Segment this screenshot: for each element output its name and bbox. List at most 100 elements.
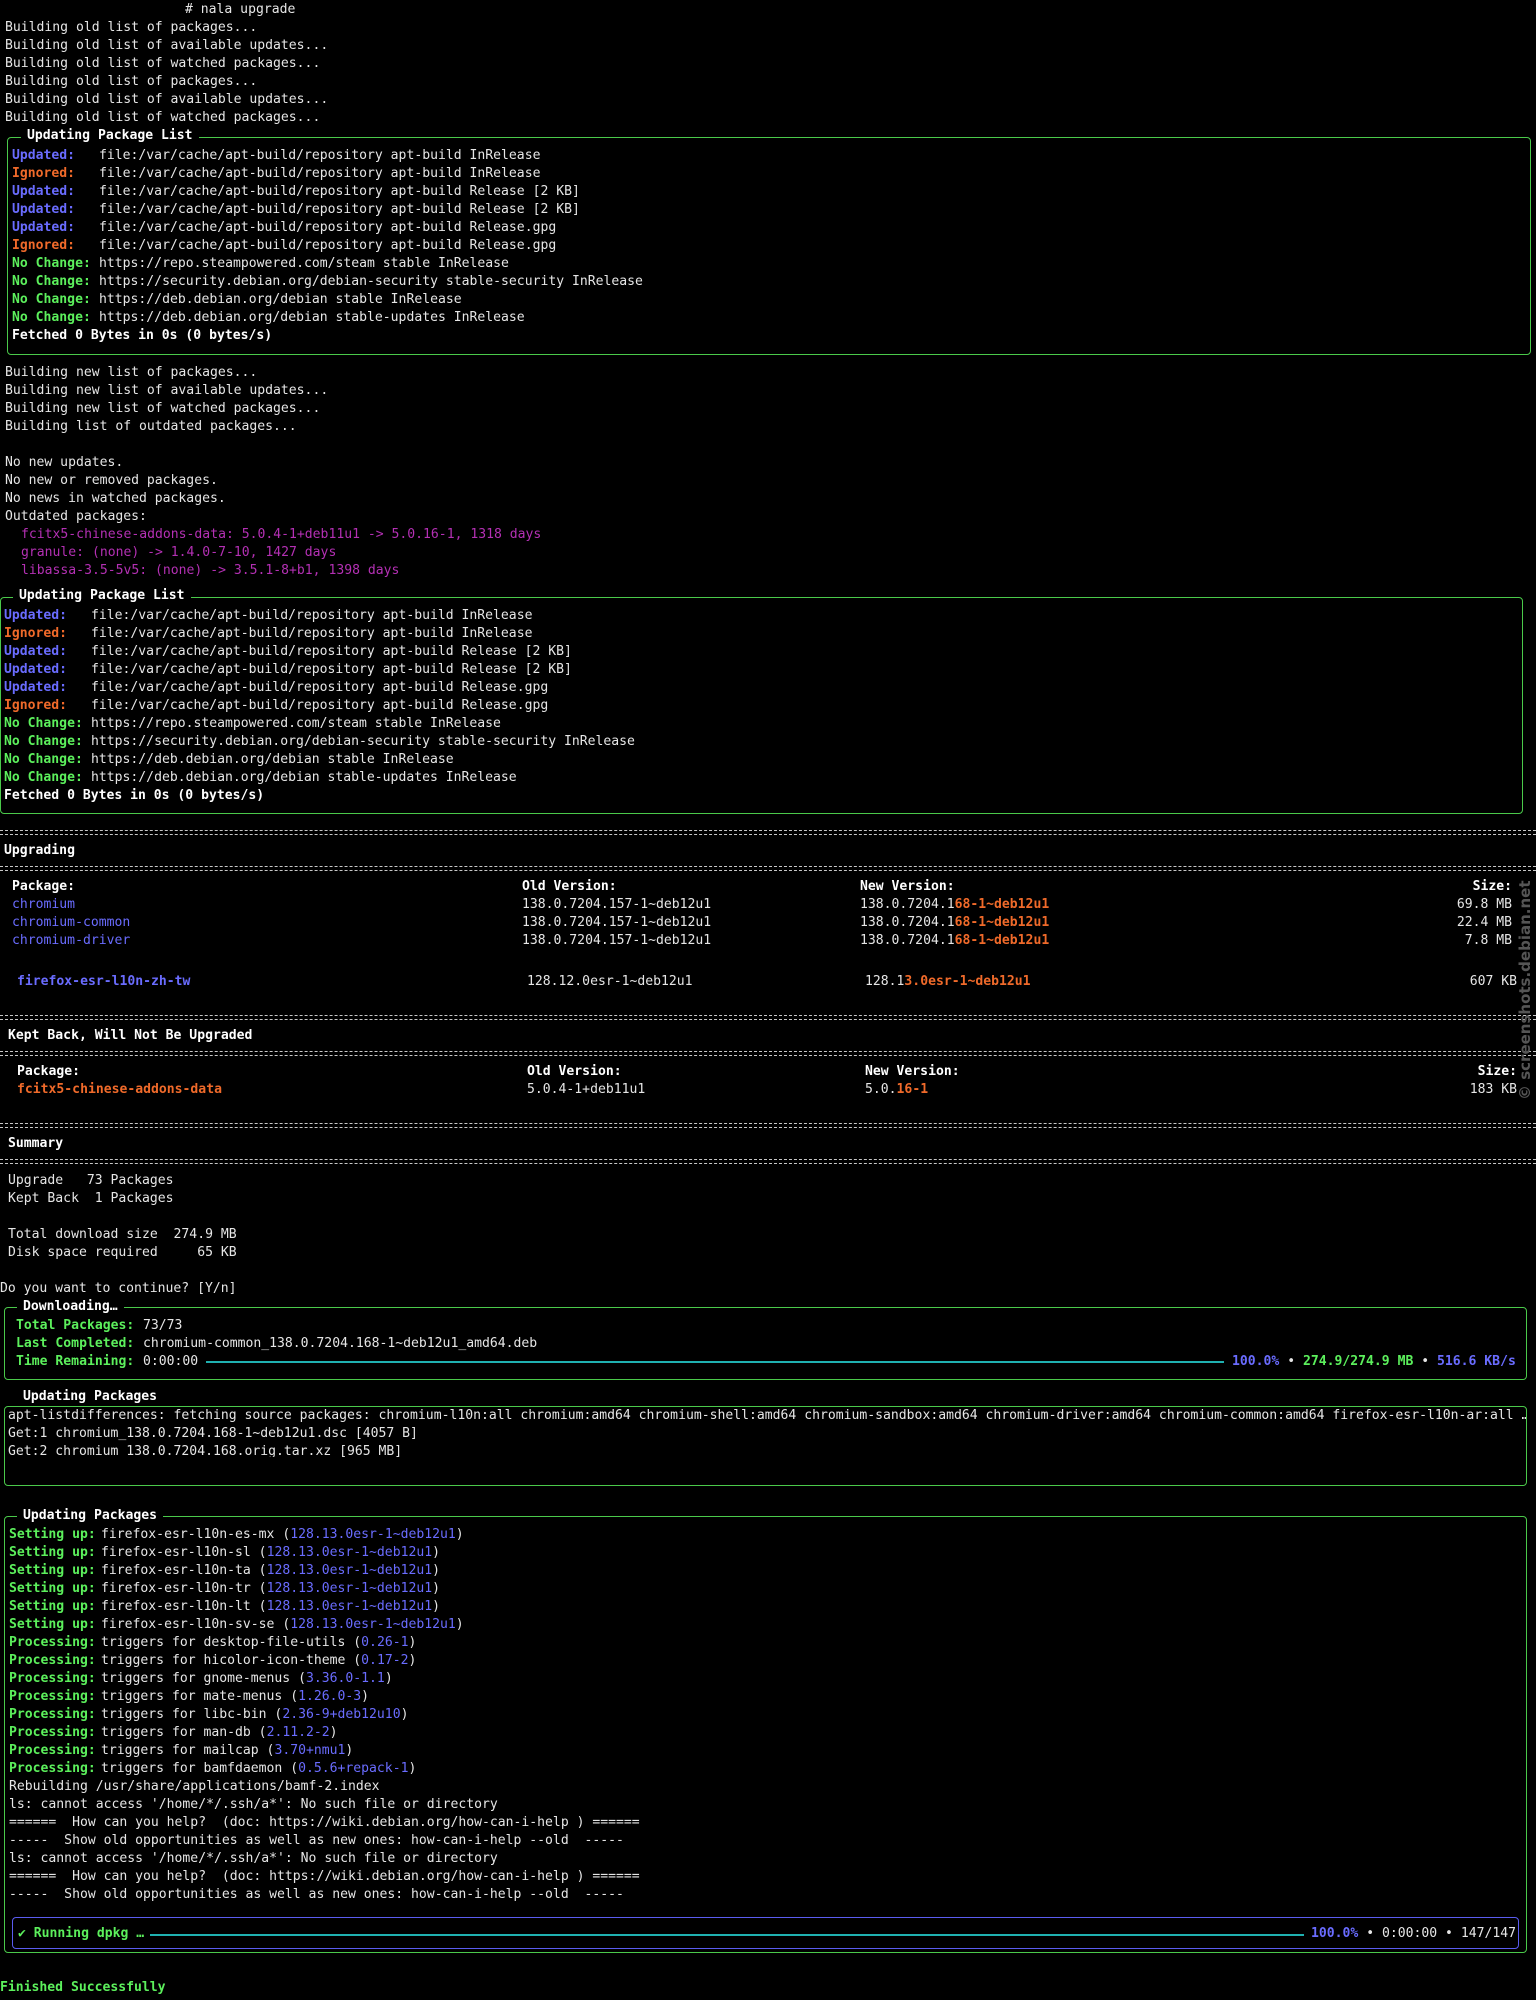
setting-up-label: Setting up: (9, 1617, 96, 1632)
setting-up-entry: firefox-esr-l10n-lt (128.13.0esr-1~deb12… (101, 1599, 440, 1614)
status-label-updated: Updated: (12, 202, 76, 217)
repo-entry: file:/var/cache/apt-build/repository apt… (91, 662, 572, 677)
setting-up-label: Setting up: (9, 1545, 96, 1560)
command-prompt: # nala upgrade (185, 2, 296, 17)
processing-entry: triggers for man-db (2.11.2-2) (101, 1725, 338, 1740)
pkg-name: chromium-driver (12, 933, 131, 944)
repo-entry: file:/var/cache/apt-build/repository apt… (91, 680, 549, 695)
new-version: 128.13.0esr-1~deb12u1 (865, 974, 1031, 989)
setting-up-entry: firefox-esr-l10n-sv-se (128.13.0esr-1~de… (101, 1617, 464, 1632)
log-line: Get:2 chromium_138.0.7204.168.orig.tar.x… (8, 1444, 403, 1457)
status-label-nochange: No Change: (4, 770, 83, 785)
status-label-ignored: Ignored: (12, 238, 76, 253)
status-label-updated: Updated: (4, 662, 68, 677)
status-line: No new updates. (5, 455, 124, 470)
pre-line: Building old list of available updates..… (5, 38, 329, 53)
old-version: 138.0.7204.157-1~deb12u1 (522, 897, 712, 912)
repo-entry: https://security.debian.org/debian-secur… (91, 734, 635, 749)
status-label-updated: Updated: (12, 184, 76, 199)
summary-title: Summary (8, 1136, 64, 1151)
col-header-new: New Version: (865, 1064, 960, 1079)
setting-up-entry: firefox-esr-l10n-es-mx (128.13.0esr-1~de… (101, 1527, 464, 1542)
repo-entry: file:/var/cache/apt-build/repository apt… (99, 166, 541, 181)
kept-back-title: Kept Back, Will Not Be Upgraded (8, 1028, 253, 1043)
pre-line: Building old list of watched packages... (5, 110, 321, 125)
processing-label: Processing: (9, 1725, 96, 1740)
log-line: ls: cannot access '/home/*/.ssh/a*': No … (9, 1851, 498, 1866)
status-label-updated: Updated: (4, 644, 68, 659)
setting-up-entry: firefox-esr-l10n-ta (128.13.0esr-1~deb12… (101, 1563, 440, 1578)
summary-download-size: Total download size 274.9 MB (8, 1227, 237, 1242)
setting-up-label: Setting up: (9, 1563, 96, 1578)
pkg-size: 22.4 MB (1456, 915, 1512, 930)
outdated-item: libassa-3.5-5v5: (none) -> 3.5.1-8+b1, 1… (21, 563, 400, 578)
repo-entry: file:/var/cache/apt-build/repository apt… (91, 626, 533, 641)
pre-line: Building old list of available updates..… (5, 92, 329, 107)
dpkg-running-label: ✔ Running dpkg … (18, 1926, 145, 1941)
total-packages-label: Total Packages: (16, 1318, 135, 1333)
pre-line: Building old list of packages... (5, 20, 258, 35)
col-header-size: Size: (1472, 879, 1512, 894)
separator (0, 1051, 1536, 1056)
setting-up-label: Setting up: (9, 1527, 96, 1542)
processing-label: Processing: (9, 1671, 96, 1686)
col-header-package: Package: (12, 879, 76, 894)
upgrading-title: Upgrading (4, 843, 75, 858)
total-packages-value: 73/73 (143, 1318, 183, 1333)
repo-entry: file:/var/cache/apt-build/repository apt… (99, 238, 557, 253)
status-label-nochange: No Change: (12, 292, 91, 307)
repo-entry: file:/var/cache/apt-build/repository apt… (99, 220, 557, 235)
status-label-nochange: No Change: (4, 716, 83, 731)
new-line: Building new list of watched packages... (5, 401, 321, 416)
processing-label: Processing: (9, 1653, 96, 1668)
repo-entry: https://repo.steampowered.com/steam stab… (99, 256, 509, 271)
summary-disk-space: Disk space required 65 KB (8, 1245, 237, 1260)
updating-packages-viewport[interactable]: apt-listdifferences: fetching source pac… (8, 1407, 1526, 1457)
status-label-nochange: No Change: (12, 256, 91, 271)
watermark: © screenshots.debian.net (1516, 880, 1534, 1101)
pkg-name: chromium-common (12, 915, 131, 930)
update-list-title: Updating Package List (21, 127, 199, 145)
old-version: 138.0.7204.157-1~deb12u1 (522, 915, 712, 930)
pre-line: Building old list of packages... (5, 74, 258, 89)
download-stats: 100.0% • 274.9/274.9 MB • 516.6 KB/s (1232, 1354, 1516, 1369)
summary-kept: Kept Back 1 Packages (8, 1191, 174, 1206)
setting-up-label: Setting up: (9, 1599, 96, 1614)
log-line: ====== How can you help? (doc: https://w… (9, 1869, 640, 1884)
col-header-package: Package: (17, 1064, 81, 1079)
time-remaining-label: Time Remaining: (16, 1354, 135, 1369)
log-line: ----- Show old opportunities as well as … (9, 1887, 624, 1902)
setting-up-label: Setting up: (9, 1581, 96, 1596)
pkg-size: 607 KB (1469, 974, 1517, 989)
status-line: Outdated packages: (5, 509, 147, 524)
pkg-name: fcitx5-chinese-addons-data (17, 1082, 222, 1097)
repo-entry: https://repo.steampowered.com/steam stab… (91, 716, 501, 731)
setting-up-entry: firefox-esr-l10n-sl (128.13.0esr-1~deb12… (101, 1545, 440, 1560)
separator (0, 830, 1536, 835)
repo-entry: file:/var/cache/apt-build/repository apt… (99, 184, 580, 199)
separator (0, 1123, 1536, 1128)
status-label-nochange: No Change: (4, 752, 83, 767)
repo-entry: file:/var/cache/apt-build/repository apt… (91, 644, 572, 659)
continue-prompt[interactable]: Do you want to continue? [Y/n] (0, 1280, 237, 1298)
log-line: Rebuilding /usr/share/applications/bamf-… (9, 1779, 380, 1794)
processing-entry: triggers for gnome-menus (3.36.0-1.1) (101, 1671, 393, 1686)
old-version: 128.12.0esr-1~deb12u1 (527, 974, 693, 989)
upgrading-rows-viewport[interactable]: chromium 138.0.7204.157-1~deb12u1 138.0.… (0, 896, 1536, 944)
pkg-size: 183 KB (1469, 1082, 1517, 1097)
processing-entry: triggers for hicolor-icon-theme (0.17-2) (101, 1653, 417, 1668)
processing-label: Processing: (9, 1689, 96, 1704)
downloading-title: Downloading… (17, 1298, 124, 1316)
pre-line: Building old list of watched packages... (5, 56, 321, 71)
log-line: ls: cannot access '/home/*/.ssh/a*': No … (9, 1797, 498, 1812)
new-version: 138.0.7204.168-1~deb12u1 (860, 933, 1050, 944)
terminal-window[interactable]: # nala upgrade Building old list of pack… (0, 0, 1536, 2000)
last-completed-value: chromium-common_138.0.7204.168-1~deb12u1… (143, 1336, 538, 1351)
log-line: Get:1 chromium_138.0.7204.168-1~deb12u1.… (8, 1426, 418, 1441)
old-version: 5.0.4-1+deb11u1 (527, 1082, 646, 1097)
col-header-old: Old Version: (522, 879, 617, 894)
processing-label: Processing: (9, 1761, 96, 1776)
dpkg-stats: 100.0% • 0:00:00 • 147/147 (1311, 1926, 1516, 1941)
processing-entry: triggers for desktop-file-utils (0.26-1) (101, 1635, 417, 1650)
old-version: 138.0.7204.157-1~deb12u1 (522, 933, 712, 944)
